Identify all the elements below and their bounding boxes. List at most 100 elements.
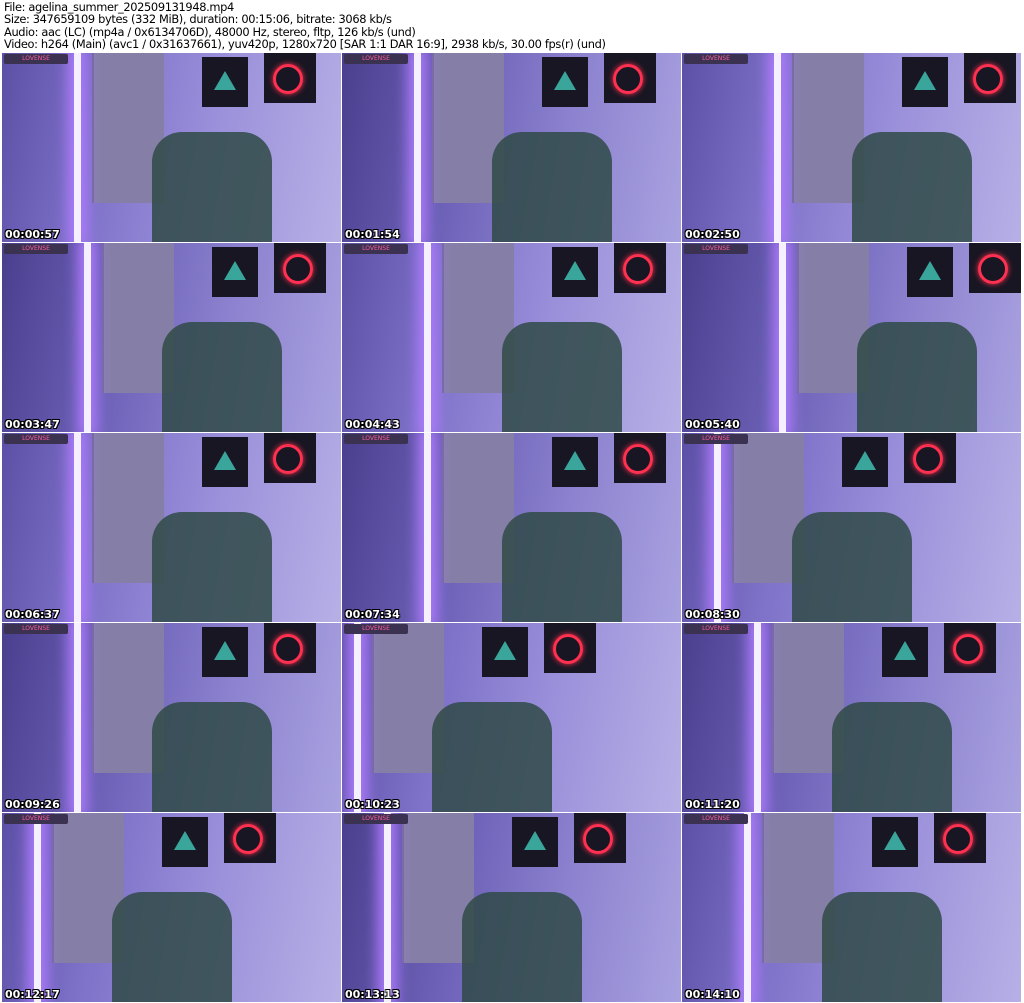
timestamp-label: 00:02:50 (685, 228, 740, 241)
triangle-poster (512, 817, 558, 867)
watermark-label: LOVENSE (4, 54, 68, 64)
watermark-label: LOVENSE (344, 434, 408, 444)
ring-poster (614, 243, 666, 293)
watermark-label: LOVENSE (344, 814, 408, 824)
triangle-poster (482, 627, 528, 677)
ring-poster (604, 53, 656, 103)
timestamp-label: 00:03:47 (5, 418, 60, 431)
watermark-label: LOVENSE (684, 54, 748, 64)
video-thumbnail[interactable]: LOVENSE 00:03:47 (2, 243, 341, 432)
neon-light-bar (714, 433, 721, 622)
watermark-label: LOVENSE (4, 624, 68, 634)
neon-light-bar (744, 813, 751, 1002)
ring-poster (904, 433, 956, 483)
neon-light-bar (779, 243, 786, 432)
triangle-poster (202, 627, 248, 677)
chair-shape (502, 512, 622, 622)
chair-shape (832, 702, 952, 812)
triangle-poster (162, 817, 208, 867)
neon-light-bar (74, 53, 81, 242)
neon-light-bar (34, 813, 41, 1002)
timestamp-label: 00:00:57 (5, 228, 60, 241)
watermark-label: LOVENSE (4, 244, 68, 254)
video-thumbnail[interactable]: LOVENSE 00:14:10 (682, 813, 1021, 1002)
watermark-label: LOVENSE (684, 624, 748, 634)
video-thumbnail[interactable]: LOVENSE 00:06:37 (2, 433, 341, 622)
thumbnail-grid: LOVENSE 00:00:57 LOVENSE 00:01:54 LOVENS… (2, 53, 1021, 1002)
ring-poster (264, 623, 316, 673)
timestamp-label: 00:08:30 (685, 608, 740, 621)
neon-light-bar (774, 53, 781, 242)
timestamp-label: 00:07:34 (345, 608, 400, 621)
chair-shape (462, 892, 582, 1002)
neon-light-bar (74, 433, 81, 622)
watermark-label: LOVENSE (4, 814, 68, 824)
video-thumbnail[interactable]: LOVENSE 00:00:57 (2, 53, 341, 242)
triangle-poster (202, 437, 248, 487)
watermark-label: LOVENSE (344, 54, 408, 64)
video-thumbnail[interactable]: LOVENSE 00:07:34 (342, 433, 681, 622)
watermark-label: LOVENSE (684, 434, 748, 444)
watermark-label: LOVENSE (344, 624, 408, 634)
ring-poster (969, 243, 1021, 293)
video-thumbnail[interactable]: LOVENSE 00:01:54 (342, 53, 681, 242)
watermark-label: LOVENSE (344, 244, 408, 254)
ring-poster (934, 813, 986, 863)
ring-poster (614, 433, 666, 483)
video-thumbnail[interactable]: LOVENSE 00:05:40 (682, 243, 1021, 432)
ring-poster (964, 53, 1016, 103)
chair-shape (822, 892, 942, 1002)
video-thumbnail[interactable]: LOVENSE 00:13:13 (342, 813, 681, 1002)
neon-light-bar (414, 53, 421, 242)
chair-shape (857, 322, 977, 432)
ring-poster (264, 53, 316, 103)
triangle-poster (202, 57, 248, 107)
triangle-poster (882, 627, 928, 677)
timestamp-label: 00:09:26 (5, 798, 60, 811)
timestamp-label: 00:12:17 (5, 988, 60, 1001)
neon-light-bar (354, 623, 361, 812)
video-info: Video: h264 (Main) (avc1 / 0x31637661), … (4, 37, 606, 52)
timestamp-label: 00:05:40 (685, 418, 740, 431)
chair-shape (852, 132, 972, 242)
chair-shape (152, 702, 272, 812)
triangle-poster (902, 57, 948, 107)
watermark-label: LOVENSE (4, 434, 68, 444)
ring-poster (944, 623, 996, 673)
chair-shape (152, 512, 272, 622)
chair-shape (792, 512, 912, 622)
video-thumbnail[interactable]: LOVENSE 00:04:43 (342, 243, 681, 432)
ring-poster (274, 243, 326, 293)
ring-poster (544, 623, 596, 673)
ring-poster (574, 813, 626, 863)
timestamp-label: 00:04:43 (345, 418, 400, 431)
video-thumbnail[interactable]: LOVENSE 00:02:50 (682, 53, 1021, 242)
timestamp-label: 00:14:10 (685, 988, 740, 1001)
video-thumbnail[interactable]: LOVENSE 00:09:26 (2, 623, 341, 812)
triangle-poster (907, 247, 953, 297)
watermark-label: LOVENSE (684, 814, 748, 824)
chair-shape (152, 132, 272, 242)
neon-light-bar (384, 813, 391, 1002)
chair-shape (492, 132, 612, 242)
chair-shape (432, 702, 552, 812)
video-thumbnail[interactable]: LOVENSE 00:11:20 (682, 623, 1021, 812)
neon-light-bar (754, 623, 761, 812)
video-thumbnail[interactable]: LOVENSE 00:08:30 (682, 433, 1021, 622)
chair-shape (162, 322, 282, 432)
timestamp-label: 00:11:20 (685, 798, 740, 811)
neon-light-bar (74, 623, 81, 812)
timestamp-label: 00:13:13 (345, 988, 400, 1001)
timestamp-label: 00:01:54 (345, 228, 400, 241)
triangle-poster (552, 437, 598, 487)
timestamp-label: 00:06:37 (5, 608, 60, 621)
chair-shape (112, 892, 232, 1002)
video-thumbnail[interactable]: LOVENSE 00:10:23 (342, 623, 681, 812)
ring-poster (224, 813, 276, 863)
timestamp-label: 00:10:23 (345, 798, 400, 811)
file-info-header: File: agelina_summer_202509131948.mp4 Si… (4, 1, 606, 51)
file-size-info: Size: 347659109 bytes (332 MiB), duratio… (4, 12, 392, 27)
neon-light-bar (424, 433, 431, 622)
ring-poster (264, 433, 316, 483)
video-thumbnail[interactable]: LOVENSE 00:12:17 (2, 813, 341, 1002)
